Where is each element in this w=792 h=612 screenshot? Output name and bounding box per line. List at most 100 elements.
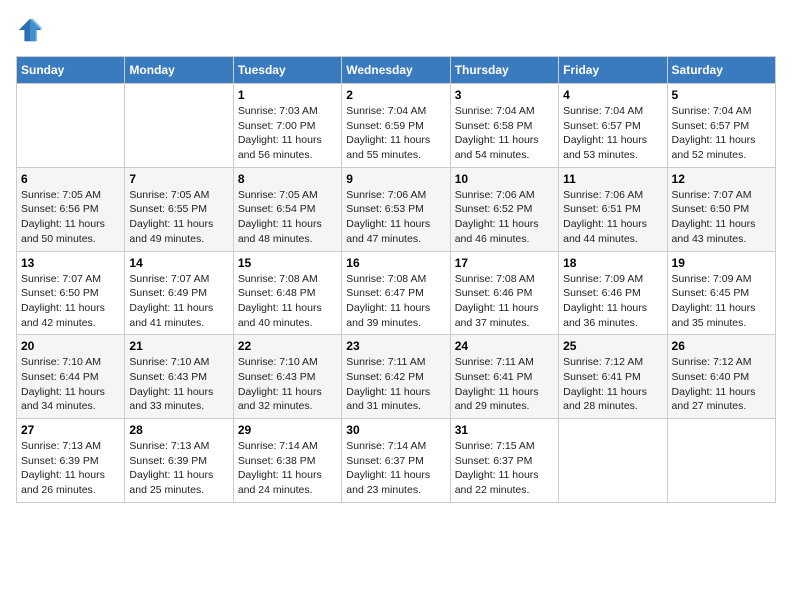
day-number: 21 [129,339,228,353]
day-number: 3 [455,88,554,102]
calendar-week-row: 6 Sunrise: 7:05 AM Sunset: 6:56 PM Daylig… [17,167,776,251]
weekday-header: Friday [559,57,667,84]
calendar-week-row: 1 Sunrise: 7:03 AM Sunset: 7:00 PM Daylig… [17,84,776,168]
day-number: 27 [21,423,120,437]
cell-info: Sunrise: 7:05 AM Sunset: 6:54 PM Dayligh… [238,188,337,247]
cell-info: Sunrise: 7:12 AM Sunset: 6:41 PM Dayligh… [563,355,662,414]
calendar-cell: 6 Sunrise: 7:05 AM Sunset: 6:56 PM Daylig… [17,167,125,251]
cell-info: Sunrise: 7:04 AM Sunset: 6:58 PM Dayligh… [455,104,554,163]
calendar-cell: 22Sunrise: 7:10 AM Sunset: 6:43 PM Dayli… [233,335,341,419]
calendar-cell: 25 Sunrise: 7:12 AM Sunset: 6:41 PM Dayli… [559,335,667,419]
calendar-cell: 15 Sunrise: 7:08 AM Sunset: 6:48 PM Dayli… [233,251,341,335]
calendar-cell: 7 Sunrise: 7:05 AM Sunset: 6:55 PM Daylig… [125,167,233,251]
cell-info: Sunrise: 7:08 AM Sunset: 6:47 PM Dayligh… [346,272,445,331]
cell-info: Sunrise: 7:08 AM Sunset: 6:46 PM Dayligh… [455,272,554,331]
day-number: 2 [346,88,445,102]
cell-info: Sunrise: 7:09 AM Sunset: 6:46 PM Dayligh… [563,272,662,331]
calendar-cell: 16 Sunrise: 7:08 AM Sunset: 6:47 PM Dayli… [342,251,450,335]
calendar-cell: 1 Sunrise: 7:03 AM Sunset: 7:00 PM Daylig… [233,84,341,168]
day-number: 20 [21,339,120,353]
calendar-cell [125,84,233,168]
cell-info: Sunrise: 7:04 AM Sunset: 6:57 PM Dayligh… [672,104,771,163]
cell-info: Sunrise: 7:10 AM Sunset: 6:43 PM Dayligh… [129,355,228,414]
calendar-cell: 27Sunrise: 7:13 AM Sunset: 6:39 PM Dayli… [17,419,125,503]
cell-info: Sunrise: 7:14 AM Sunset: 6:37 PM Dayligh… [346,439,445,498]
calendar-cell: 12Sunrise: 7:07 AM Sunset: 6:50 PM Dayli… [667,167,775,251]
cell-info: Sunrise: 7:06 AM Sunset: 6:53 PM Dayligh… [346,188,445,247]
day-number: 29 [238,423,337,437]
calendar-cell [667,419,775,503]
day-number: 24 [455,339,554,353]
cell-info: Sunrise: 7:06 AM Sunset: 6:52 PM Dayligh… [455,188,554,247]
calendar-cell: 31 Sunrise: 7:15 AM Sunset: 6:37 PM Dayli… [450,419,558,503]
cell-info: Sunrise: 7:09 AM Sunset: 6:45 PM Dayligh… [672,272,771,331]
day-number: 16 [346,256,445,270]
calendar-cell: 26 Sunrise: 7:12 AM Sunset: 6:40 PM Dayli… [667,335,775,419]
day-number: 7 [129,172,228,186]
day-number: 18 [563,256,662,270]
cell-info: Sunrise: 7:04 AM Sunset: 6:57 PM Dayligh… [563,104,662,163]
weekday-header: Thursday [450,57,558,84]
cell-info: Sunrise: 7:11 AM Sunset: 6:42 PM Dayligh… [346,355,445,414]
day-number: 11 [563,172,662,186]
calendar-cell: 29 Sunrise: 7:14 AM Sunset: 6:38 PM Dayli… [233,419,341,503]
calendar-cell [17,84,125,168]
cell-info: Sunrise: 7:12 AM Sunset: 6:40 PM Dayligh… [672,355,771,414]
day-number: 30 [346,423,445,437]
day-number: 1 [238,88,337,102]
weekday-header: Wednesday [342,57,450,84]
logo-icon [16,16,44,44]
day-number: 31 [455,423,554,437]
day-number: 9 [346,172,445,186]
calendar-cell: 24 Sunrise: 7:11 AM Sunset: 6:41 PM Dayli… [450,335,558,419]
cell-info: Sunrise: 7:05 AM Sunset: 6:56 PM Dayligh… [21,188,120,247]
calendar-cell: 18 Sunrise: 7:09 AM Sunset: 6:46 PM Dayli… [559,251,667,335]
cell-info: Sunrise: 7:06 AM Sunset: 6:51 PM Dayligh… [563,188,662,247]
day-number: 22 [238,339,337,353]
day-number: 25 [563,339,662,353]
day-number: 10 [455,172,554,186]
weekday-header: Sunday [17,57,125,84]
calendar-cell: 5 Sunrise: 7:04 AM Sunset: 6:57 PM Daylig… [667,84,775,168]
calendar-cell: 13Sunrise: 7:07 AM Sunset: 6:50 PM Dayli… [17,251,125,335]
day-number: 17 [455,256,554,270]
cell-info: Sunrise: 7:15 AM Sunset: 6:37 PM Dayligh… [455,439,554,498]
day-number: 8 [238,172,337,186]
calendar-cell: 9 Sunrise: 7:06 AM Sunset: 6:53 PM Daylig… [342,167,450,251]
day-number: 14 [129,256,228,270]
day-number: 19 [672,256,771,270]
cell-info: Sunrise: 7:14 AM Sunset: 6:38 PM Dayligh… [238,439,337,498]
calendar-week-row: 27 Sunrise: 7:13 AM Sunset: 6:39 PM Dayli… [17,419,776,503]
cell-info: Sunrise: 7:07 AM Sunset: 6:50 PM Dayligh… [672,188,771,247]
day-number: 23 [346,339,445,353]
cell-info: Sunrise: 7:13 AM Sunset: 6:39 PM Dayligh… [129,439,228,498]
calendar-header-row: SundayMondayTuesdayWednesdayThursdayFrid… [17,57,776,84]
logo [16,16,48,44]
weekday-header: Tuesday [233,57,341,84]
cell-info: Sunrise: 7:03 AM Sunset: 7:00 PM Dayligh… [238,104,337,163]
calendar-cell: 11 Sunrise: 7:06 AM Sunset: 6:51 PM Dayli… [559,167,667,251]
page-header [16,16,776,44]
weekday-header: Saturday [667,57,775,84]
calendar-cell: 4 Sunrise: 7:04 AM Sunset: 6:57 PM Daylig… [559,84,667,168]
calendar-cell: 10 Sunrise: 7:06 AM Sunset: 6:52 PM Dayli… [450,167,558,251]
calendar-cell [559,419,667,503]
cell-info: Sunrise: 7:04 AM Sunset: 6:59 PM Dayligh… [346,104,445,163]
cell-info: Sunrise: 7:10 AM Sunset: 6:44 PM Dayligh… [21,355,120,414]
calendar-cell: 19 Sunrise: 7:09 AM Sunset: 6:45 PM Dayli… [667,251,775,335]
calendar-cell: 17 Sunrise: 7:08 AM Sunset: 6:46 PM Dayli… [450,251,558,335]
calendar-cell: 2 Sunrise: 7:04 AM Sunset: 6:59 PM Daylig… [342,84,450,168]
day-number: 6 [21,172,120,186]
cell-info: Sunrise: 7:11 AM Sunset: 6:41 PM Dayligh… [455,355,554,414]
day-number: 13 [21,256,120,270]
cell-info: Sunrise: 7:05 AM Sunset: 6:55 PM Dayligh… [129,188,228,247]
calendar-week-row: 20 Sunrise: 7:10 AM Sunset: 6:44 PM Dayli… [17,335,776,419]
day-number: 4 [563,88,662,102]
calendar-table: SundayMondayTuesdayWednesdayThursdayFrid… [16,56,776,503]
day-number: 5 [672,88,771,102]
day-number: 26 [672,339,771,353]
calendar-cell: 21 Sunrise: 7:10 AM Sunset: 6:43 PM Dayli… [125,335,233,419]
day-number: 15 [238,256,337,270]
calendar-week-row: 13Sunrise: 7:07 AM Sunset: 6:50 PM Dayli… [17,251,776,335]
cell-info: Sunrise: 7:08 AM Sunset: 6:48 PM Dayligh… [238,272,337,331]
